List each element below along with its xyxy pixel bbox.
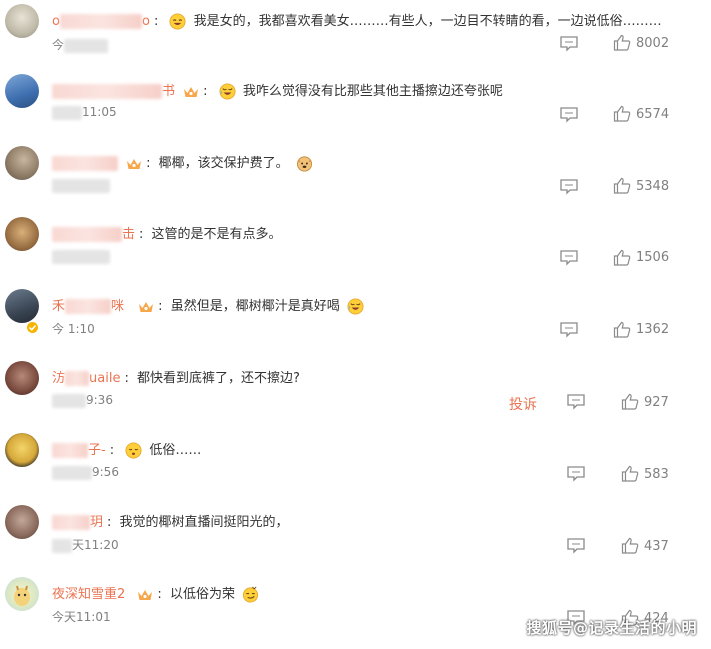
avatar[interactable] — [5, 433, 39, 467]
username[interactable]: 击: 这管的是不是有点多。 — [52, 223, 282, 242]
comment-text: 我觉的椰树直播间挺阳光的， — [119, 515, 289, 530]
comment-text: 我是女的，我都喜欢看美女………有些人，一边目不转睛的看，一边说低俗……… — [193, 14, 662, 29]
comment-text: 虽然但是，椰树椰汁是真好喝 — [170, 299, 340, 314]
comment-text: 椰椰，该交保护费了。 — [158, 156, 289, 171]
like-count: 5348 — [636, 179, 670, 194]
reply-icon[interactable] — [559, 178, 579, 195]
comment-item: oo: 我是女的，我都喜欢看美女………有些人，一边目不转睛的看，一边说低俗………… — [0, 4, 711, 76]
giraffe-avatar-icon — [14, 585, 30, 606]
sleepy-emoji-icon — [125, 442, 142, 459]
like-icon[interactable] — [613, 34, 631, 51]
timestamp: 今 1:10 — [52, 322, 95, 336]
comment-item: 子-: 低俗…… 9:56 583 — [0, 433, 711, 505]
like-count: 927 — [644, 395, 669, 410]
timestamp: 天11:20 — [52, 536, 119, 553]
comment-item: 玥: 我觉的椰树直播间挺阳光的， 天11:20 437 — [0, 505, 711, 577]
comment-item: 汸 uaile: 都快看到底裤了，还不擦边? 9:36 投诉 927 — [0, 361, 711, 433]
timestamp — [52, 249, 110, 264]
like-count: 437 — [644, 539, 669, 554]
username[interactable]: 夜深知雪重2 : 以低俗为荣 — [52, 583, 262, 603]
timestamp: 11:05 — [52, 105, 117, 120]
timestamp — [52, 178, 110, 193]
vip-crown-icon — [139, 301, 154, 312]
smirk-emoji-icon — [243, 586, 259, 603]
reply-icon[interactable] — [566, 393, 586, 410]
verified-badge-icon — [26, 321, 39, 334]
reply-icon[interactable] — [559, 249, 579, 266]
avatar[interactable] — [5, 505, 39, 539]
username[interactable]: : 椰椰，该交保护费了。 — [52, 152, 316, 172]
username[interactable]: oo: 我是女的，我都喜欢看美女………有些人，一边目不转睛的看，一边说低俗……… — [52, 10, 662, 30]
like-icon[interactable] — [621, 393, 639, 410]
laughing-emoji-icon — [169, 13, 186, 30]
like-icon[interactable] — [613, 177, 631, 194]
reply-icon[interactable] — [566, 537, 586, 554]
report-link[interactable]: 投诉 — [509, 394, 537, 414]
username[interactable]: 玥: 我觉的椰树直播间挺阳光的， — [52, 511, 289, 530]
comment-text: 以低俗为荣 — [169, 587, 235, 602]
comment-text: 我咋么觉得没有比那些其他主播擦边还夸张呢 — [242, 84, 503, 99]
like-count: 583 — [644, 467, 669, 482]
vip-crown-icon — [138, 589, 153, 600]
timestamp: 9:36 — [52, 393, 113, 408]
reply-icon[interactable] — [559, 321, 579, 338]
watermark: 搜狐号@记录生活的小明 — [526, 619, 697, 637]
timestamp: 今天11:01 — [52, 610, 111, 624]
like-icon[interactable] — [613, 249, 631, 266]
avatar[interactable] — [5, 217, 39, 251]
like-icon[interactable] — [621, 537, 639, 554]
avatar[interactable] — [5, 146, 39, 180]
like-count: 8002 — [636, 36, 670, 51]
timestamp: 9:56 — [52, 465, 119, 480]
comment-item: 夜深知雪重2 : 以低俗为荣 今天11:01 424 — [0, 577, 711, 649]
vip-crown-icon — [184, 86, 199, 97]
username[interactable]: 子-: 低俗…… — [52, 439, 201, 459]
crying-laughing-emoji-icon — [219, 83, 236, 100]
avatar[interactable] — [5, 74, 39, 108]
avatar[interactable] — [5, 4, 39, 38]
avatar[interactable] — [5, 289, 39, 323]
comment-item: 击: 这管的是不是有点多。 1506 — [0, 217, 711, 289]
reply-icon[interactable] — [559, 35, 579, 52]
reply-icon[interactable] — [566, 465, 586, 482]
comment-item: 书 : 我咋么觉得没有比那些其他主播擦边还夸张呢 11:05 6574 — [0, 74, 711, 146]
like-icon[interactable] — [613, 105, 631, 122]
vip-crown-icon — [127, 158, 142, 169]
username[interactable]: 禾咪 : 虽然但是，椰树椰汁是真好喝 — [52, 295, 367, 315]
comment-text: 这管的是不是有点多。 — [151, 227, 282, 242]
like-icon[interactable] — [613, 321, 631, 338]
like-count: 1506 — [636, 250, 670, 265]
crying-laughing-emoji-icon — [347, 298, 364, 315]
avatar[interactable] — [5, 577, 39, 611]
comment-text: 都快看到底裤了，还不擦边? — [136, 371, 300, 386]
like-icon[interactable] — [621, 465, 639, 482]
timestamp: 今 — [52, 36, 109, 53]
username[interactable]: 书 : 我咋么觉得没有比那些其他主播擦边还夸张呢 — [52, 80, 503, 100]
like-count: 6574 — [636, 107, 670, 122]
comment-item: 禾咪 : 虽然但是，椰树椰汁是真好喝 今 1:10 1362 — [0, 289, 711, 361]
comment-text: 低俗…… — [149, 443, 202, 458]
avatar[interactable] — [5, 361, 39, 395]
username[interactable]: 汸 uaile: 都快看到底裤了，还不擦边? — [52, 367, 300, 386]
comment-item: : 椰椰，该交保护费了。 5348 — [0, 146, 711, 218]
doge-emoji-icon — [296, 156, 312, 172]
reply-icon[interactable] — [559, 106, 579, 123]
like-count: 1362 — [636, 322, 670, 337]
